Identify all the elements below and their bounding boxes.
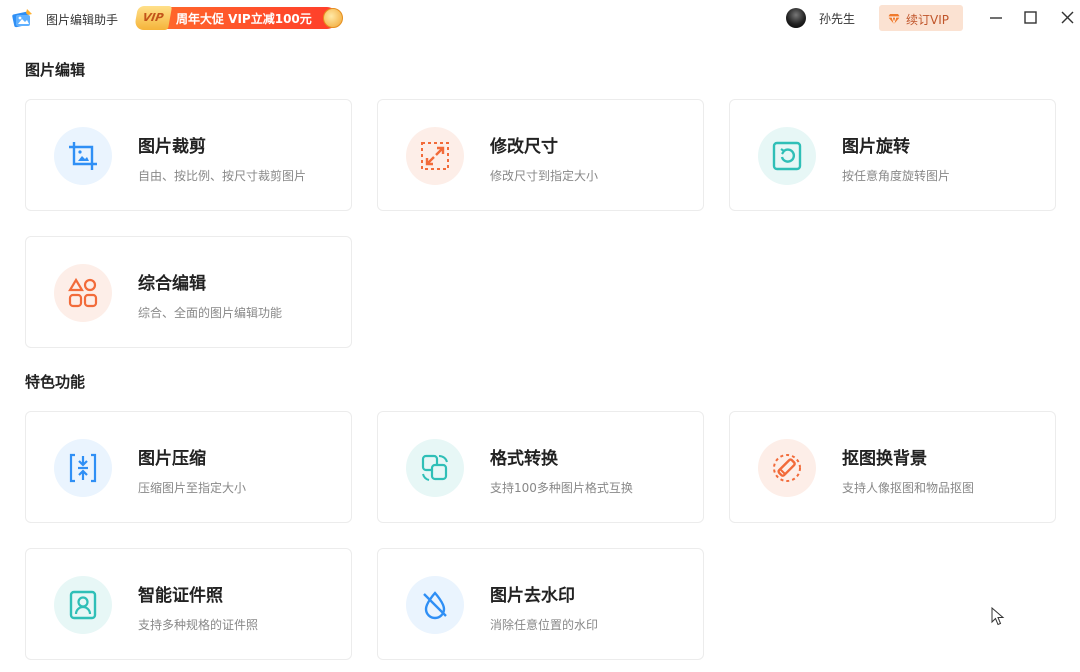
renew-vip-label: 续订VIP: [906, 13, 949, 27]
diamond-icon: [887, 11, 901, 25]
remove-watermark-icon: [406, 576, 464, 634]
card-title: 图片裁剪: [138, 137, 206, 157]
card-remove-watermark[interactable]: 图片去水印 消除任意位置的水印: [377, 548, 704, 660]
promo-vip-badge: VIP: [133, 6, 173, 30]
app-logo-icon: [10, 7, 34, 31]
card-desc: 支持人像抠图和物品抠图: [842, 481, 975, 495]
card-desc: 自由、按比例、按尺寸裁剪图片: [138, 169, 307, 183]
avatar[interactable]: [786, 8, 806, 28]
shapes-icon: [54, 264, 112, 322]
card-rotate[interactable]: 图片旋转 按任意角度旋转图片: [729, 99, 1056, 211]
card-title: 智能证件照: [138, 586, 223, 606]
card-title: 图片旋转: [842, 137, 910, 157]
card-title: 图片压缩: [138, 449, 206, 469]
card-desc: 修改尺寸到指定大小: [490, 169, 599, 183]
app-title: 图片编辑助手: [46, 13, 119, 27]
mouse-cursor-icon: [991, 606, 1005, 627]
section-title-edit: 图片编辑: [25, 61, 86, 79]
card-comprehensive-edit[interactable]: 综合编辑 综合、全面的图片编辑功能: [25, 236, 352, 348]
card-title: 综合编辑: [138, 274, 206, 294]
card-cutout-background[interactable]: 抠图换背景 支持人像抠图和物品抠图: [729, 411, 1056, 523]
close-icon[interactable]: [1055, 6, 1079, 30]
card-title: 图片去水印: [490, 586, 575, 606]
promo-text: 周年大促 VIP立减100元: [176, 12, 312, 26]
card-desc: 支持100多种图片格式互换: [490, 481, 633, 495]
card-desc: 支持多种规格的证件照: [138, 618, 259, 632]
card-title: 抠图换背景: [842, 449, 927, 469]
card-title: 格式转换: [490, 449, 558, 469]
promo-banner[interactable]: VIP 周年大促 VIP立减100元: [133, 5, 346, 31]
coin-icon: [323, 8, 343, 28]
user-name[interactable]: 孙先生: [819, 10, 855, 27]
card-title: 修改尺寸: [490, 137, 558, 157]
card-crop[interactable]: 图片裁剪 自由、按比例、按尺寸裁剪图片: [25, 99, 352, 211]
card-desc: 综合、全面的图片编辑功能: [138, 306, 283, 320]
section-title-features: 特色功能: [25, 373, 86, 391]
convert-icon: [406, 439, 464, 497]
resize-icon: [406, 127, 464, 185]
compress-icon: [54, 439, 112, 497]
maximize-icon[interactable]: [1018, 6, 1042, 30]
minimize-icon[interactable]: [984, 6, 1008, 30]
rotate-icon: [758, 127, 816, 185]
title-bar: 图片编辑助手 VIP 周年大促 VIP立减100元 孙先生 续订VIP: [0, 0, 1080, 38]
renew-vip-button[interactable]: 续订VIP: [879, 5, 963, 31]
card-desc: 按任意角度旋转图片: [842, 169, 951, 183]
cutout-icon: [758, 439, 816, 497]
id-photo-icon: [54, 576, 112, 634]
card-compress[interactable]: 图片压缩 压缩图片至指定大小: [25, 411, 352, 523]
card-id-photo[interactable]: 智能证件照 支持多种规格的证件照: [25, 548, 352, 660]
crop-icon: [54, 127, 112, 185]
card-resize[interactable]: 修改尺寸 修改尺寸到指定大小: [377, 99, 704, 211]
card-desc: 压缩图片至指定大小: [138, 481, 247, 495]
card-format-convert[interactable]: 格式转换 支持100多种图片格式互换: [377, 411, 704, 523]
card-desc: 消除任意位置的水印: [490, 618, 599, 632]
